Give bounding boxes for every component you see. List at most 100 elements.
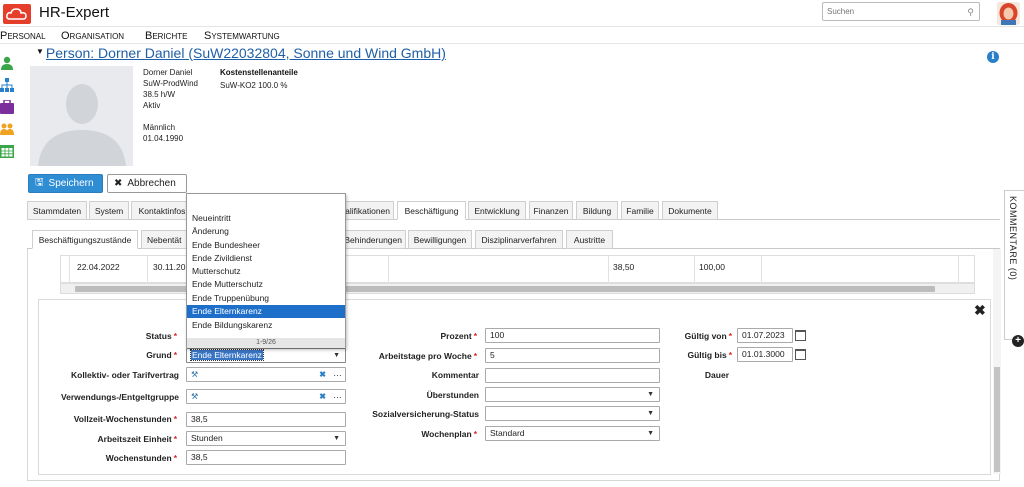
person-photo [30, 66, 133, 166]
grund-dropdown-list[interactable]: Neueintritt Änderung Ende Bundesheer End… [186, 193, 346, 348]
dropdown-option[interactable]: Ende Zivildienst [187, 252, 345, 265]
calendar-icon[interactable] [795, 349, 806, 360]
group-icon[interactable] [0, 122, 14, 136]
tab-familie[interactable]: Familie [621, 201, 659, 220]
save-button[interactable]: 🖫 Speichern [28, 174, 103, 193]
cloud-logo-icon[interactable] [3, 4, 31, 24]
subtab-austritte[interactable]: Austritte [566, 230, 613, 249]
gavel-icon: ⚒ [191, 392, 199, 401]
arbeitstage-label: Arbeitstage pro Woche * [378, 351, 477, 361]
grund-select[interactable]: Ende Elternkarenz ▼ [186, 348, 346, 363]
status-label: Status * [145, 331, 177, 341]
search-input[interactable] [823, 3, 958, 20]
kollektiv-field[interactable]: ⚒ ✖… [186, 367, 346, 382]
dropdown-option[interactable]: Mutterschutz [187, 265, 345, 278]
table-cell-bis[interactable]: 30.11.20 [153, 262, 185, 272]
wochenstunden-input[interactable]: 38,5 [186, 450, 346, 465]
close-form-icon[interactable]: ✖ [974, 302, 986, 319]
dropdown-option[interactable]: Ende Truppenübung [187, 292, 345, 305]
more-icon[interactable]: … [333, 367, 342, 380]
gueltig-von-input[interactable]: 01.07.2023 [737, 328, 793, 343]
menu-berichte[interactable]: Berichte [145, 30, 187, 42]
einheit-select[interactable]: Stunden ▼ [186, 431, 346, 446]
sub-tabs: Beschäftigungszustände Nebentät Behinder… [27, 230, 1000, 249]
dropdown-option-selected[interactable]: Ende Elternkarenz [187, 305, 345, 318]
dropdown-arrow-icon: ▼ [647, 391, 654, 398]
more-icon[interactable]: … [333, 389, 342, 402]
ueberstunden-select[interactable]: ▼ [485, 387, 660, 402]
comments-side-tab[interactable]: KOMMENTARE (0) [1004, 190, 1024, 340]
table-cell-prozent[interactable]: 100,00 [699, 262, 725, 272]
person-status: Aktiv [143, 101, 161, 110]
search-box[interactable]: ⚲ [822, 2, 980, 21]
menu-personal[interactable]: Personal [0, 30, 46, 42]
top-bar: HR-Expert ⚲ [0, 0, 1024, 27]
calendar-icon[interactable] [795, 330, 806, 341]
subtab-nebentaetigkeiten[interactable]: Nebentät [141, 230, 187, 249]
sv-status-select[interactable]: ▼ [485, 406, 660, 421]
grund-label: Grund * [146, 350, 177, 360]
tab-bildung[interactable]: Bildung [576, 201, 618, 220]
subtab-bewilligungen[interactable]: Bewilligungen [408, 230, 472, 249]
verwendung-field[interactable]: ⚒ ✖ … [186, 389, 346, 404]
add-comment-icon[interactable]: + [1012, 335, 1024, 347]
subtab-disziplinarverfahren[interactable]: Disziplinarverfahren [475, 230, 563, 249]
info-icon[interactable]: i [987, 51, 999, 63]
user-avatar[interactable] [997, 2, 1020, 25]
arbeitstage-input[interactable]: 5 [485, 348, 660, 363]
floppy-icon: 🖫 [35, 177, 44, 188]
table-cell-stunden[interactable]: 38,50 [613, 262, 634, 272]
tab-system[interactable]: System [89, 201, 129, 220]
dropdown-option[interactable]: Änderung [187, 225, 345, 238]
search-icon[interactable]: ⚲ [967, 7, 974, 18]
wochenstunden-label: Wochenstunden * [105, 453, 177, 463]
gueltig-bis-input[interactable]: 01.01.3000 [737, 347, 793, 362]
org-chart-icon[interactable] [0, 78, 14, 92]
briefcase-icon[interactable] [0, 100, 14, 114]
table-cell-von[interactable]: 22.04.2022 [77, 262, 120, 272]
menu-organisation[interactable]: Organisation [61, 30, 124, 42]
dropdown-arrow-icon: ▼ [647, 430, 654, 437]
tab-kontaktinfos[interactable]: Kontaktinfos [131, 201, 193, 220]
cancel-button[interactable]: ✖ Abbrechen [107, 174, 187, 193]
person-icon[interactable] [0, 56, 14, 70]
dauer-label: Dauer [704, 370, 729, 380]
tab-beschaeftigung[interactable]: Beschäftigung [397, 201, 466, 220]
subtab-beschaeftigungszustaende[interactable]: Beschäftigungszustände [32, 230, 138, 249]
person-header-link[interactable]: ▼ Person: Dorner Daniel (SuW22032804, Son… [36, 45, 446, 61]
kommentar-label: Kommentar [431, 370, 479, 380]
person-hours: 38.5 h/W [143, 90, 176, 99]
dropdown-option[interactable]: Ende Bundesheer [187, 239, 345, 252]
gueltig-bis-label: Gültig bis * [687, 350, 732, 360]
einheit-label: Arbeitszeit Einheit * [97, 434, 177, 444]
tab-dokumente[interactable]: Dokumente [662, 201, 718, 220]
dropdown-option[interactable]: Neueintritt [187, 212, 345, 225]
tab-finanzen[interactable]: Finanzen [529, 201, 573, 220]
dropdown-option[interactable]: Ende Bildungskarenz [187, 319, 345, 332]
person-header-text[interactable]: Person: Dorner Daniel (SuW22032804, Sonn… [46, 45, 446, 61]
prozent-label: Prozent * [440, 331, 477, 341]
clear-icon[interactable]: ✖ [319, 368, 326, 381]
person-birthdate: 01.04.1990 [143, 134, 184, 143]
scroll-thumb[interactable] [994, 367, 1000, 472]
vollzeit-input[interactable]: 38,5 [186, 412, 346, 427]
dropdown-arrow-icon: ▼ [333, 435, 340, 442]
wochenplan-label: Wochenplan * [421, 429, 477, 439]
calendar-icon[interactable] [0, 144, 14, 158]
gueltig-von-label: Gültig von * [684, 331, 732, 341]
tab-entwicklung[interactable]: Entwicklung [468, 201, 526, 220]
cost-center-value: SuW-KO2 100.0 % [220, 81, 288, 90]
verwendung-label: Verwendungs-/Entgeltgruppe [60, 392, 179, 402]
einheit-value: Stunden [191, 433, 223, 443]
tab-stammdaten[interactable]: Stammdaten [27, 201, 87, 220]
sv-status-label: Sozialversicherung-Status [372, 409, 479, 419]
panel-vertical-scrollbar[interactable] [993, 249, 1001, 474]
wochenplan-select[interactable]: Standard ▼ [485, 426, 660, 441]
dropdown-option[interactable]: Ende Mutterschutz [187, 278, 345, 291]
menu-systemwartung[interactable]: Systemwartung [204, 30, 280, 42]
prozent-input[interactable]: 100 [485, 328, 660, 343]
clear-icon[interactable]: ✖ [319, 390, 326, 403]
kommentar-input[interactable] [485, 368, 660, 383]
collapse-caret-icon[interactable]: ▼ [36, 47, 44, 56]
person-name: Dorner Daniel [143, 68, 193, 77]
